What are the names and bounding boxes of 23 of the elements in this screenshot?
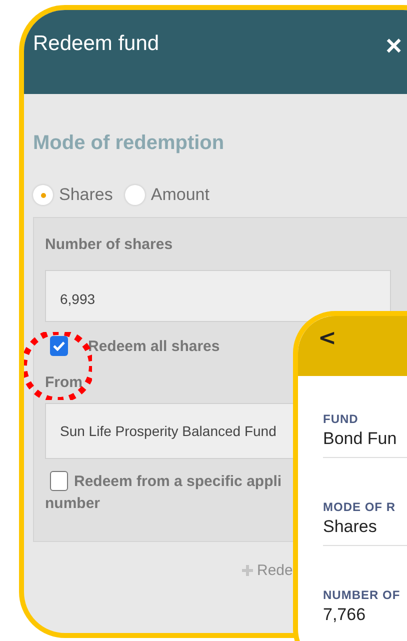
field-label: Number of shares: [45, 236, 174, 253]
checkbox-label: number: [45, 494, 100, 514]
summary-value: 7,766: [323, 605, 367, 625]
radio-button[interactable]: [33, 185, 53, 205]
summary-label: FUND: [323, 412, 360, 426]
radio-button[interactable]: [124, 185, 145, 205]
checkbox[interactable]: [50, 336, 68, 356]
shares-input-field[interactable]: 6,993: [45, 270, 391, 322]
checkbox-label: Redeem from a specific appli: [74, 472, 282, 492]
section-heading: Mode of redemption: [33, 132, 226, 155]
summary-label: NUMBER OF: [323, 588, 402, 602]
back-button[interactable]: <: [318, 328, 336, 350]
radio-label: Shares: [59, 185, 113, 205]
radio-label: Amount: [150, 185, 210, 205]
plus-icon: [242, 565, 253, 576]
checkbox-label: Redeem all shares: [88, 337, 220, 357]
dialog-title: Redeem fund: [33, 32, 160, 56]
check-icon: [53, 341, 65, 351]
field-label: From: [45, 374, 84, 391]
checkbox[interactable]: [50, 471, 68, 491]
summary-value: Shares: [323, 517, 378, 537]
close-button[interactable]: ×: [386, 32, 402, 60]
summary-label: MODE OF R: [323, 500, 396, 514]
